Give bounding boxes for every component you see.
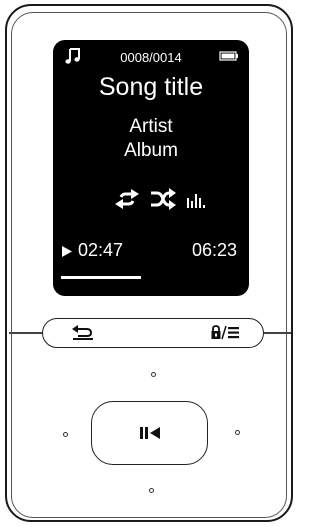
back-arrow-icon <box>72 325 93 340</box>
play-pause-icon <box>140 427 160 439</box>
progress-bar <box>61 276 243 279</box>
equalizer-icon <box>187 194 205 208</box>
back-button[interactable] <box>53 322 113 344</box>
nav-left-button[interactable] <box>63 432 68 437</box>
play-icon <box>62 246 72 257</box>
song-title: Song title <box>98 73 204 101</box>
artist-name: Artist <box>129 116 173 137</box>
lock-menu-icon <box>211 325 239 340</box>
progress-fill <box>61 276 142 279</box>
play-pause-button[interactable] <box>91 401 208 465</box>
nav-right-button[interactable] <box>235 430 240 435</box>
control-bar <box>42 318 264 348</box>
battery-icon <box>219 51 238 61</box>
nav-down-button[interactable] <box>149 488 154 493</box>
elapsed-time: 02:47 <box>78 240 124 260</box>
playback-mode-icons <box>53 188 249 212</box>
album-name: Album <box>124 140 178 161</box>
status-bar: 0008/0014 <box>53 40 249 70</box>
total-time: 06:23 <box>191 240 237 260</box>
shuffle-icon <box>151 188 176 210</box>
repeat-icon <box>115 189 139 209</box>
time-row: 02:47 06:23 <box>53 240 249 262</box>
display-screen: 0008/0014 Song title Artist Album 02:47 … <box>53 40 249 296</box>
nav-up-button[interactable] <box>151 372 156 377</box>
lock-menu-button[interactable] <box>193 322 253 344</box>
